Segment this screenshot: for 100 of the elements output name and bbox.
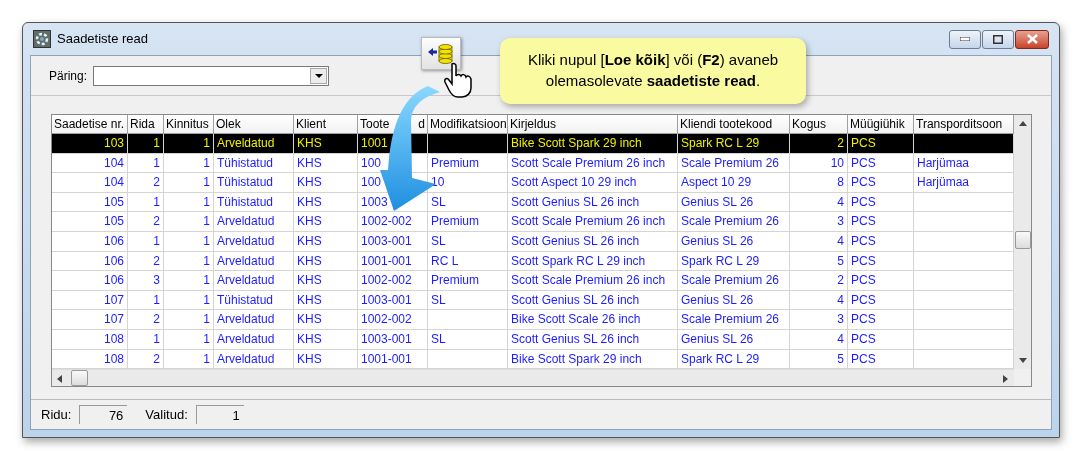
- vertical-scrollbar[interactable]: [1014, 115, 1031, 370]
- table-cell: Scott Scale Premium 26 inch: [508, 212, 678, 232]
- table-cell: PCS: [848, 310, 914, 330]
- header-text: Toote: [360, 116, 390, 133]
- table-cell: Premium: [428, 271, 508, 291]
- table-cell: Premium: [428, 212, 508, 232]
- scroll-right-icon: [1003, 375, 1008, 384]
- maximize-button[interactable]: [982, 29, 1014, 49]
- table-cell: 3: [790, 212, 848, 232]
- table-cell: KHS: [294, 271, 358, 291]
- table-cell: Arveldatud: [214, 231, 294, 252]
- table-cell: PCS: [848, 231, 914, 252]
- table-cell: 1: [164, 329, 214, 350]
- table-cell: Scale Premium 26: [678, 271, 790, 291]
- table-cell: 1002-002: [358, 271, 428, 291]
- column-header[interactable]: Rida: [128, 115, 164, 134]
- minimize-button[interactable]: [949, 29, 981, 49]
- table-row[interactable]: 108 1 1 Arveldatud KHS 1003-001 SL Scott Genius SL 26 inch Genius SL 26 4 PCS: [52, 329, 1014, 350]
- table-cell: 1: [164, 212, 214, 232]
- table-cell: PCS: [848, 329, 914, 350]
- column-header[interactable]: Kirjeldus: [508, 115, 678, 134]
- table-cell: PCS: [848, 134, 914, 154]
- scroll-thumb[interactable]: [1015, 231, 1031, 249]
- table-cell: Arveldatud: [214, 310, 294, 330]
- table-row[interactable]: 107 2 1 Arveldatud KHS 1002-002 Bike Scott Scale 26 inch Scale Premium 26 3 PCS: [52, 310, 1014, 330]
- scroll-down-icon: [1019, 358, 1027, 364]
- table-cell: 4: [790, 329, 848, 350]
- column-header[interactable]: Müügiühik: [848, 115, 914, 134]
- table-cell: 1002-002: [358, 212, 428, 232]
- table-cell: Scott Genius SL 26 inch: [508, 329, 678, 350]
- table-cell: Genius SL 26: [678, 231, 790, 252]
- table-cell: 1003-001: [358, 231, 428, 252]
- table-row[interactable]: 108 2 1 Arveldatud KHS 1001-001 Bike Scott Spark 29 inch Spark RC L 29 5 PCS: [52, 349, 1014, 370]
- table-cell: Arveldatud: [214, 329, 294, 350]
- status-label: Valitud:: [145, 405, 188, 424]
- maximize-icon: [993, 34, 1003, 44]
- database-arrow-icon: [428, 43, 454, 64]
- caret-icon: [314, 73, 323, 78]
- table-row[interactable]: 107 1 1 Tühistatud KHS 1003-001 SL Scott Genius SL 26 inch Genius SL 26 4 PCS: [52, 290, 1014, 311]
- table-cell: 1: [164, 231, 214, 252]
- table-cell: 107: [52, 310, 128, 330]
- table-cell: 1002-002: [358, 310, 428, 330]
- table-cell: 106: [52, 231, 128, 252]
- column-header[interactable]: Klient: [294, 115, 358, 134]
- table-cell: 1: [128, 329, 164, 350]
- close-button[interactable]: [1015, 29, 1049, 49]
- table-cell: 104: [52, 173, 128, 193]
- table-cell: Arveldatud: [214, 271, 294, 291]
- table-cell: Arveldatud: [214, 134, 294, 154]
- table-cell: 2: [128, 310, 164, 330]
- table-cell: 1: [164, 310, 214, 330]
- selected-table-row[interactable]: 103 1 1 Arveldatud KHS 1001 Bike Scott Spark 29 inch Spark RC L 29 2 PCS: [52, 134, 1014, 154]
- table-cell: 1: [164, 271, 214, 291]
- column-header[interactable]: Olek: [214, 115, 294, 134]
- status-value: 1: [195, 405, 244, 424]
- table-cell: KHS: [294, 329, 358, 350]
- table-cell: 1: [164, 173, 214, 193]
- table-row[interactable]: 106 2 1 Arveldatud KHS 1001-001 RC L Scott Spark RC L 29 inch Spark RC L 29 5 PCS: [52, 251, 1014, 272]
- horizontal-scrollbar[interactable]: [52, 369, 1014, 387]
- table-cell: 2: [128, 173, 164, 193]
- tooltip: Kliki nupul [Loe kõik] või (F2) avaneb olemasolevate saadetiste read.: [500, 38, 806, 104]
- table-cell: 3: [790, 310, 848, 330]
- table-row[interactable]: 106 1 1 Arveldatud KHS 1003-001 SL Scott Genius SL 26 inch Genius SL 26 4 PCS: [52, 231, 1014, 252]
- table-cell: 8: [790, 173, 848, 193]
- column-header[interactable]: Kogus: [790, 115, 848, 134]
- table-cell: SL: [428, 329, 508, 350]
- column-header[interactable]: Kliendi tootekood: [678, 115, 790, 134]
- table-cell: KHS: [294, 173, 358, 193]
- table-cell: Scott Scale Premium 26 inch: [508, 271, 678, 291]
- table-cell: 1: [164, 134, 214, 154]
- table-row[interactable]: 105 2 1 Arveldatud KHS 1002-002 Premium Scott Scale Premium 26 inch Scale Premium 26 3 PCS: [52, 212, 1014, 232]
- query-dropdown[interactable]: [93, 65, 330, 86]
- table-cell: 1: [128, 134, 164, 154]
- column-header[interactable]: Kinnitus: [164, 115, 214, 134]
- column-header[interactable]: Modifikatsioon: [428, 115, 508, 134]
- scroll-thumb[interactable]: [71, 370, 88, 387]
- dropdown-arrow-button[interactable]: [310, 67, 328, 84]
- table-cell: 108: [52, 329, 128, 350]
- table-cell: Spark RC L 29: [678, 134, 790, 154]
- table-cell: Tühistatud: [214, 173, 294, 193]
- table-row[interactable]: 104 2 1 Tühistatud KHS 100 10 Scott Aspect 10 29 inch Aspect 10 29 8 PCS Harjümaa: [52, 173, 1014, 193]
- minimize-icon: [960, 37, 970, 41]
- table-cell: 2: [790, 271, 848, 291]
- table-cell: PCS: [848, 173, 914, 193]
- table-cell: Genius SL 26: [678, 329, 790, 350]
- header-text: d: [418, 116, 425, 133]
- table-cell: 2: [790, 134, 848, 154]
- column-header[interactable]: Transporditsoon: [914, 115, 1014, 134]
- column-header[interactable]: Saadetise nr.: [52, 115, 128, 134]
- table-cell: Scale Premium 26: [678, 310, 790, 330]
- table-cell: Scale Premium 26: [678, 212, 790, 232]
- table-row[interactable]: 106 3 1 Arveldatud KHS 1002-002 Premium Scott Scale Premium 26 inch Scale Premium 26 2 PCS: [52, 271, 1014, 291]
- scroll-left-icon: [57, 375, 62, 384]
- table-cell: Arveldatud: [214, 212, 294, 232]
- table-cell: KHS: [294, 212, 358, 232]
- app-icon: [33, 30, 51, 48]
- table-cell: 106: [52, 271, 128, 291]
- table-cell: Scott Aspect 10 29 inch: [508, 173, 678, 193]
- load-all-button[interactable]: [421, 37, 461, 70]
- table-cell: Bike Scott Spark 29 inch: [508, 134, 678, 154]
